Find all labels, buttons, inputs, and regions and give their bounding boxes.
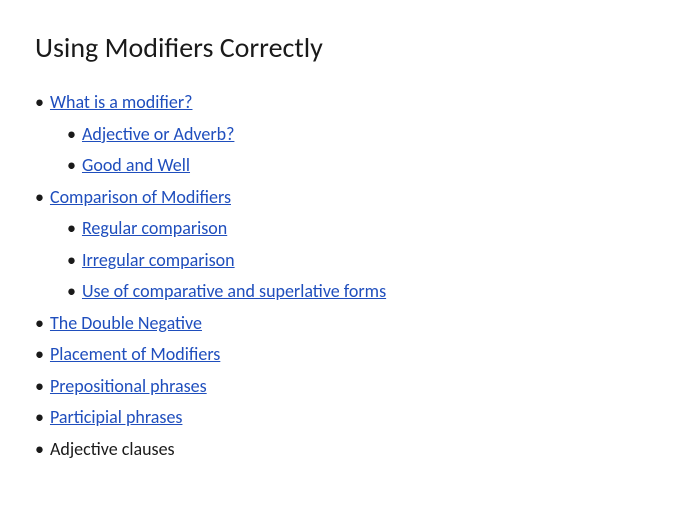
placement-modifiers-link[interactable]: Placement of Modifiers xyxy=(50,339,220,371)
comparative-superlative-link[interactable]: Use of comparative and superlative forms xyxy=(82,276,386,308)
sub-list-comparison: • Regular comparison • Irregular compari… xyxy=(67,213,665,308)
participial-phrases-link[interactable]: Participial phrases xyxy=(50,402,182,434)
bullet-icon: • xyxy=(35,339,44,371)
bullet-icon: • xyxy=(35,182,44,214)
list-item: • Regular comparison xyxy=(67,213,665,245)
main-nav-list: • What is a modifier? • Adjective or Adv… xyxy=(35,87,665,465)
list-item: • Adjective clauses xyxy=(35,434,665,466)
bullet-icon: • xyxy=(67,245,76,277)
comparison-modifiers-link[interactable]: Comparison of Modifiers xyxy=(50,182,231,214)
list-item: • Placement of Modifiers xyxy=(35,339,665,371)
list-item: • Prepositional phrases xyxy=(35,371,665,403)
bullet-icon: • xyxy=(67,150,76,182)
list-item: • Participial phrases xyxy=(35,402,665,434)
regular-comparison-link[interactable]: Regular comparison xyxy=(82,213,227,245)
list-item: • Good and Well xyxy=(67,150,665,182)
bullet-icon: • xyxy=(67,213,76,245)
list-item: • Adjective or Adverb? xyxy=(67,119,665,151)
list-item: • What is a modifier? xyxy=(35,87,665,119)
bullet-icon: • xyxy=(35,87,44,119)
what-is-modifier-link[interactable]: What is a modifier? xyxy=(50,87,193,119)
good-and-well-link[interactable]: Good and Well xyxy=(82,150,190,182)
bullet-icon: • xyxy=(67,276,76,308)
list-item: • Use of comparative and superlative for… xyxy=(67,276,665,308)
page-title: Using Modifiers Correctly xyxy=(35,30,665,65)
bullet-icon: • xyxy=(35,402,44,434)
adjective-clauses-text: Adjective clauses xyxy=(50,434,175,466)
bullet-icon: • xyxy=(67,119,76,151)
irregular-comparison-link[interactable]: Irregular comparison xyxy=(82,245,235,277)
bullet-icon: • xyxy=(35,371,44,403)
bullet-icon: • xyxy=(35,434,44,466)
prepositional-phrases-link[interactable]: Prepositional phrases xyxy=(50,371,207,403)
bullet-icon: • xyxy=(35,308,44,340)
sub-list-modifiers: • Adjective or Adverb? • Good and Well xyxy=(67,119,665,182)
list-item: • Comparison of Modifiers xyxy=(35,182,665,214)
adjective-adverb-link[interactable]: Adjective or Adverb? xyxy=(82,119,234,151)
list-item: • The Double Negative xyxy=(35,308,665,340)
double-negative-link[interactable]: The Double Negative xyxy=(50,308,202,340)
page-container: Using Modifiers Correctly • What is a mo… xyxy=(0,0,700,495)
list-item: • Irregular comparison xyxy=(67,245,665,277)
